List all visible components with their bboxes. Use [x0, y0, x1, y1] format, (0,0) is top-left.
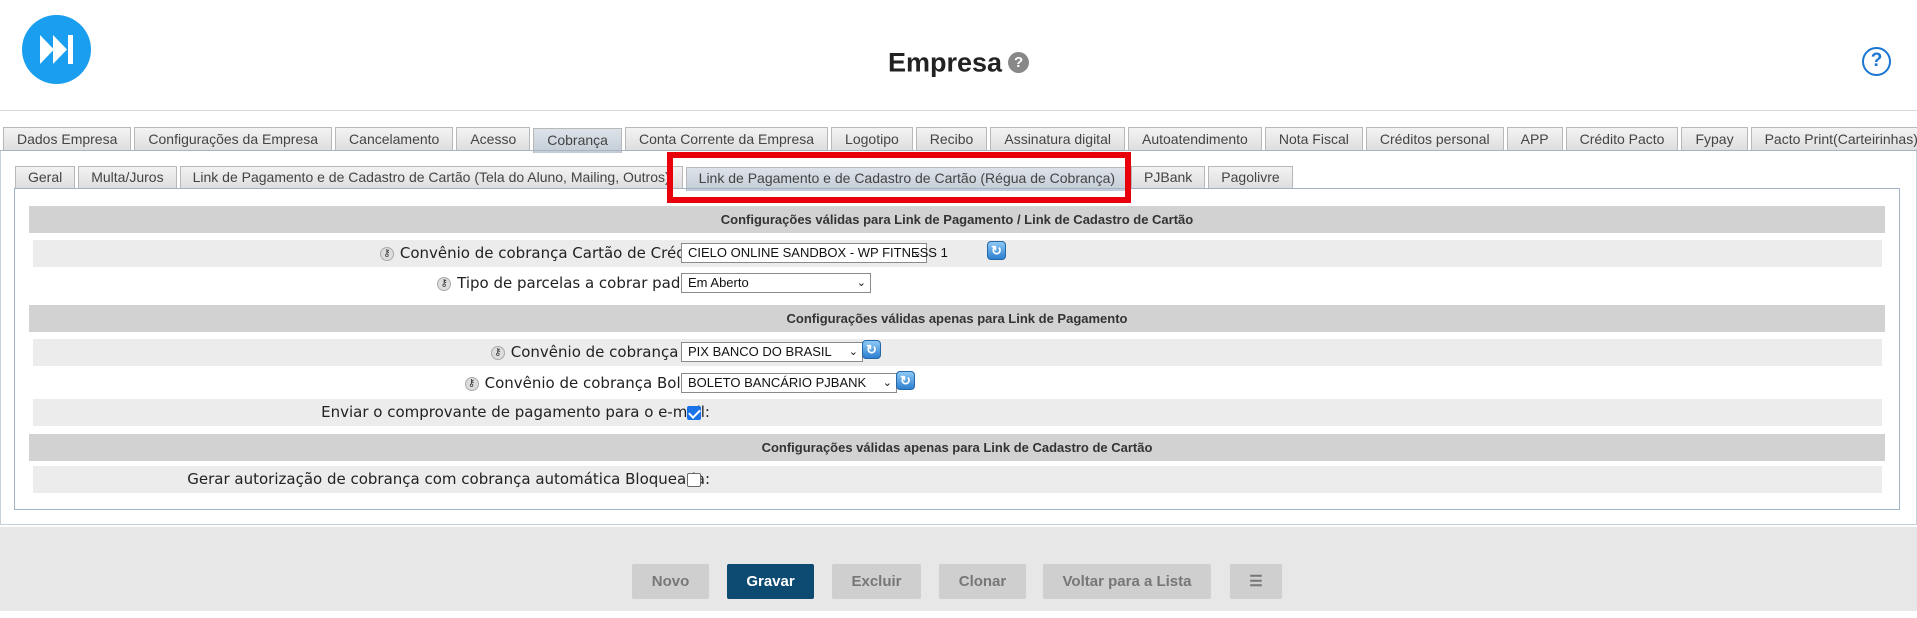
chevron-down-icon: ⌄	[882, 377, 892, 389]
key-icon: ⚷	[379, 246, 394, 261]
novo-button[interactable]: Novo	[632, 564, 709, 599]
tab-assinatura-digital[interactable]: Assinatura digital	[990, 127, 1125, 150]
subtab-pagolivre[interactable]: Pagolivre	[1208, 166, 1293, 188]
tab-dados-empresa[interactable]: Dados Empresa	[3, 127, 132, 150]
tab-acesso[interactable]: Acesso	[456, 127, 531, 150]
select-convenio-cartao[interactable]: CIELO ONLINE SANDBOX - WP FITNESS 1 ⌄	[681, 243, 948, 263]
refresh-icon[interactable]: ↻	[987, 241, 1006, 260]
label-tipo-parcelas: ⚷ Tipo de parcelas a cobrar padrão:	[437, 270, 710, 297]
tab-fypay[interactable]: Fypay	[1681, 127, 1748, 150]
footer-actions: Novo Gravar Excluir Clonar Voltar para a…	[0, 527, 1917, 611]
highlight-box	[667, 152, 1131, 203]
row-convenio-boleto: ⚷ Convênio de cobrança Boleto: BOLETO BAN…	[33, 370, 1882, 397]
chevron-down-icon: ⌄	[856, 277, 866, 289]
tab-conta-corrente[interactable]: Conta Corrente da Empresa	[624, 127, 829, 150]
refresh-icon[interactable]: ↻	[896, 371, 915, 390]
tab-pacto-print[interactable]: Pacto Print(Carteirinhas)	[1750, 127, 1917, 150]
subtab-multa-juros[interactable]: Multa/Juros	[78, 166, 177, 188]
section-header-link-cadastro: Configurações válidas apenas para Link d…	[29, 434, 1885, 461]
tab-cancelamento[interactable]: Cancelamento	[335, 127, 454, 150]
label-enviar-comprovante: Enviar o comprovante de pagamento para o…	[321, 403, 710, 421]
tabs-divider	[0, 150, 1917, 151]
tab-credito-pacto[interactable]: Crédito Pacto	[1565, 127, 1679, 150]
label-convenio-pix: ⚷ Convênio de cobrança Pix:	[490, 339, 710, 366]
section-header-link-pagamento-cadastro: Configurações válidas para Link de Pagam…	[29, 206, 1885, 233]
help-icon[interactable]: ?	[1862, 47, 1891, 76]
excluir-button[interactable]: Excluir	[832, 564, 921, 599]
row-enviar-comprovante: Enviar o comprovante de pagamento para o…	[33, 399, 1882, 426]
tab-app[interactable]: APP	[1506, 127, 1563, 150]
key-icon: ⚷	[464, 376, 479, 391]
list-icon[interactable]: ☰	[1230, 564, 1282, 599]
main-tabs: Dados Empresa Configurações da Empresa C…	[3, 127, 1917, 153]
select-convenio-boleto[interactable]: BOLETO BANCÁRIO PJBANK ⌄	[681, 373, 897, 393]
subtab-geral[interactable]: Geral	[15, 166, 76, 188]
header-divider	[0, 110, 1917, 111]
page-title: Empresa?	[0, 46, 1917, 78]
clonar-button[interactable]: Clonar	[939, 564, 1026, 599]
chevron-down-icon: ⌄	[848, 346, 858, 358]
tab-creditos-personal[interactable]: Créditos personal	[1365, 127, 1504, 150]
select-convenio-pix[interactable]: PIX BANCO DO BRASIL ⌄	[681, 342, 863, 362]
row-tipo-parcelas: ⚷ Tipo de parcelas a cobrar padrão: Em Ab…	[33, 270, 1882, 297]
select-tipo-parcelas[interactable]: Em Aberto ⌄	[681, 273, 871, 293]
checkbox-gerar-autorizacao[interactable]	[687, 473, 701, 487]
subtab-link-tela-aluno[interactable]: Link de Pagamento e de Cadastro de Cartã…	[179, 166, 683, 188]
label-convenio-boleto: ⚷ Convênio de cobrança Boleto:	[464, 370, 710, 397]
chevron-down-icon: ⌄	[912, 247, 922, 259]
row-gerar-autorizacao: Gerar autorização de cobrança com cobran…	[33, 466, 1882, 493]
tab-nota-fiscal[interactable]: Nota Fiscal	[1264, 127, 1363, 150]
row-convenio-cartao: ⚷ Convênio de cobrança Cartão de Crédito:…	[33, 240, 1882, 267]
title-help-icon[interactable]: ?	[1008, 52, 1030, 74]
label-gerar-autorizacao: Gerar autorização de cobrança com cobran…	[187, 470, 710, 488]
subtab-pjbank[interactable]: PJBank	[1131, 166, 1206, 188]
section-header-link-pagamento: Configurações válidas apenas para Link d…	[29, 305, 1885, 332]
voltar-lista-button[interactable]: Voltar para a Lista	[1043, 564, 1211, 599]
key-icon: ⚷	[437, 276, 452, 291]
label-convenio-cartao: ⚷ Convênio de cobrança Cartão de Crédito:	[379, 240, 710, 267]
gravar-button[interactable]: Gravar	[727, 564, 814, 599]
tab-autoatendimento[interactable]: Autoatendimento	[1127, 127, 1262, 150]
tab-configuracoes-empresa[interactable]: Configurações da Empresa	[134, 127, 333, 150]
tab-recibo[interactable]: Recibo	[915, 127, 988, 150]
row-convenio-pix: ⚷ Convênio de cobrança Pix: PIX BANCO DO …	[33, 339, 1882, 366]
tab-logotipo[interactable]: Logotipo	[831, 127, 913, 150]
refresh-icon[interactable]: ↻	[862, 340, 881, 359]
page-title-text: Empresa	[887, 47, 1003, 78]
key-icon: ⚷	[490, 345, 505, 360]
checkbox-enviar-comprovante[interactable]	[687, 406, 701, 420]
